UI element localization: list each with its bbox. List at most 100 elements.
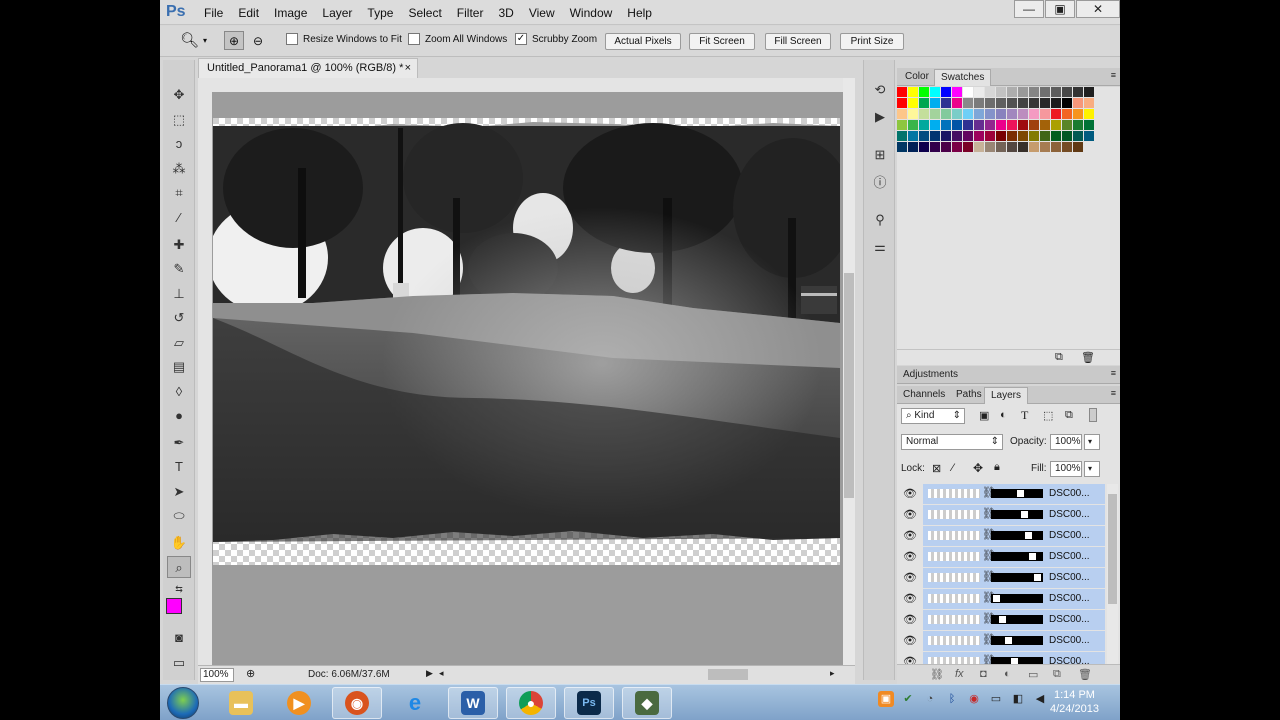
type-tool-icon[interactable]: T	[167, 456, 191, 478]
color-swatch[interactable]	[897, 131, 907, 141]
color-swatch[interactable]	[1051, 109, 1061, 119]
adjustments-menu-icon[interactable]: ≡	[1111, 368, 1116, 378]
color-swatch[interactable]	[1062, 142, 1072, 152]
color-swatch[interactable]	[952, 98, 962, 108]
panorama-image[interactable]	[213, 118, 840, 565]
menu-filter[interactable]: Filter	[457, 6, 484, 20]
resize-windows-box[interactable]	[286, 33, 298, 45]
layer-mask-thumbnail[interactable]	[991, 594, 1043, 603]
color-swatch[interactable]	[1062, 87, 1072, 97]
scrubby-zoom-box[interactable]: ✓	[515, 33, 527, 45]
lock-transparent-icon[interactable]: ⊠	[932, 462, 941, 475]
document-tab[interactable]: Untitled_Panorama1 @ 100% (RGB/8) * ×	[198, 58, 418, 78]
color-swatch[interactable]	[1073, 98, 1083, 108]
eye-icon[interactable]: 👁︎	[897, 589, 923, 609]
color-swatch[interactable]	[897, 120, 907, 130]
clock[interactable]: 1:14 PM 4/24/2013	[1050, 688, 1099, 716]
color-swatch[interactable]	[941, 142, 951, 152]
layer-filter-select[interactable]: ⌕ Kind ⇕	[901, 408, 965, 424]
color-swatch[interactable]	[996, 98, 1006, 108]
color-swatch[interactable]	[1040, 120, 1050, 130]
zoom-out-icon[interactable]: ⊖	[248, 31, 268, 50]
status-menu-arrow-icon[interactable]: ▶	[426, 668, 433, 679]
vertical-scroll-thumb[interactable]	[844, 273, 854, 498]
layer-mask-thumbnail[interactable]	[991, 531, 1043, 540]
tray-monitor-icon[interactable]: ◧	[1010, 691, 1026, 707]
color-swatch[interactable]	[1084, 109, 1094, 119]
fill-dropdown[interactable]: ▾	[1084, 461, 1100, 477]
color-swatch[interactable]	[996, 87, 1006, 97]
blur-tool-icon[interactable]: ◊	[167, 381, 191, 403]
color-swatch[interactable]	[1007, 87, 1017, 97]
tray-app-icon[interactable]: ▣	[878, 691, 894, 707]
color-swatch[interactable]	[941, 131, 951, 141]
menu-select[interactable]: Select	[408, 6, 441, 20]
gradient-tool-icon[interactable]: ▤	[167, 356, 191, 378]
layers-menu-icon[interactable]: ≡	[1111, 388, 1116, 398]
delete-swatch-icon[interactable]: 🗑︎	[1081, 351, 1095, 364]
brush-presets-icon[interactable]: ⚌	[868, 237, 892, 257]
color-swatch[interactable]	[1029, 131, 1039, 141]
color-swatch[interactable]	[952, 131, 962, 141]
color-swatch[interactable]	[908, 131, 918, 141]
color-swatch[interactable]	[996, 131, 1006, 141]
marquee-tool-icon[interactable]: ⬚	[167, 109, 191, 131]
filter-type-icon[interactable]: T	[1021, 408, 1028, 423]
new-group-icon[interactable]: ▭	[1028, 668, 1038, 681]
scrubby-zoom-checkbox[interactable]: ✓ Scrubby Zoom	[515, 33, 597, 45]
crop-tool-icon[interactable]: ⌗	[167, 182, 191, 204]
color-swatch[interactable]	[1007, 109, 1017, 119]
eye-icon[interactable]: 👁︎	[897, 568, 923, 588]
color-swatch[interactable]	[952, 142, 962, 152]
color-swatch[interactable]	[941, 87, 951, 97]
color-swatch[interactable]	[908, 87, 918, 97]
filter-pixel-icon[interactable]: ▣	[979, 409, 989, 422]
layers-scrollbar[interactable]	[1107, 484, 1118, 664]
layer-row[interactable]: 👁︎ ⛓︎ DSC00...	[897, 610, 1105, 630]
layer-style-icon[interactable]: fx	[955, 668, 964, 680]
color-swatch[interactable]	[1018, 109, 1028, 119]
quick-mask-icon[interactable]: ◙	[167, 627, 191, 649]
word-taskbar-button[interactable]: W	[448, 687, 498, 719]
color-swatch[interactable]	[1007, 120, 1017, 130]
layer-row[interactable]: 👁︎ ⛓︎ DSC00...	[897, 631, 1105, 651]
color-swatch[interactable]	[1018, 98, 1028, 108]
color-swatch[interactable]	[985, 120, 995, 130]
ellipse-tool-icon[interactable]: ⬭	[167, 505, 191, 527]
tray-alert-icon[interactable]: ◉	[966, 691, 982, 707]
color-swatch[interactable]	[919, 131, 929, 141]
color-swatch[interactable]	[1073, 120, 1083, 130]
color-swatch[interactable]	[1040, 109, 1050, 119]
color-swatch[interactable]	[908, 109, 918, 119]
quick-select-tool-icon[interactable]: ⁂	[167, 158, 191, 180]
pen-tool-icon[interactable]: ✒	[167, 432, 191, 454]
color-swatch[interactable]	[1029, 120, 1039, 130]
color-swatch[interactable]	[897, 109, 907, 119]
tray-network-icon[interactable]: ◔	[922, 691, 938, 707]
menu-type[interactable]: Type	[367, 6, 393, 20]
tray-security-icon[interactable]: ✔	[900, 691, 916, 707]
color-swatch[interactable]	[985, 98, 995, 108]
foreground-color-swatch[interactable]	[166, 598, 182, 614]
color-swatch[interactable]	[930, 120, 940, 130]
eyedropper-tool-icon[interactable]: ⁄	[167, 207, 191, 229]
color-swatch[interactable]	[952, 120, 962, 130]
color-swatch[interactable]	[930, 109, 940, 119]
color-swatch[interactable]	[908, 98, 918, 108]
color-swatch[interactable]	[1040, 131, 1050, 141]
layer-row[interactable]: 👁︎ ⛓︎ DSC00...	[897, 484, 1105, 504]
color-swatch[interactable]	[1062, 131, 1072, 141]
color-swatch[interactable]	[1051, 142, 1061, 152]
history-brush-tool-icon[interactable]: ↺	[167, 307, 191, 329]
scroll-right-arrow-icon[interactable]: ▸	[830, 668, 835, 679]
color-swatch[interactable]	[1062, 120, 1072, 130]
eye-icon[interactable]: 👁︎	[897, 547, 923, 567]
color-swatch[interactable]	[985, 142, 995, 152]
adjustment-layer-icon[interactable]: ◐	[1004, 668, 1011, 680]
start-button[interactable]	[167, 687, 199, 719]
actions-panel-icon[interactable]: ▶	[868, 107, 892, 127]
color-swatch[interactable]	[897, 98, 907, 108]
color-swatch[interactable]	[930, 142, 940, 152]
document-close-icon[interactable]: ×	[405, 59, 411, 78]
add-mask-icon[interactable]: ◘	[980, 668, 987, 680]
